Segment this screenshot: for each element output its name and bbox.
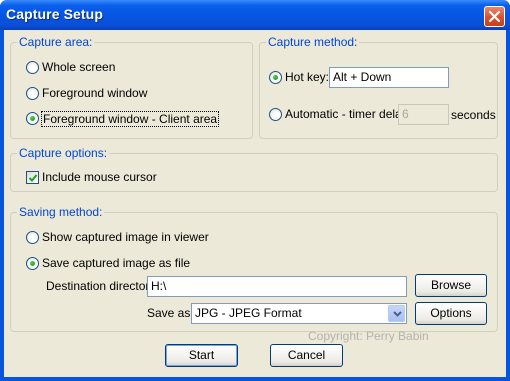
- title-bar[interactable]: Capture Setup: [0, 0, 510, 30]
- save-as-file-label[interactable]: Save captured image as file: [42, 256, 190, 270]
- capture-method-legend: Capture method:: [266, 35, 360, 49]
- capture-method-group: [259, 42, 498, 139]
- dialog-window: Capture Setup Capture area: Whole screen…: [0, 0, 510, 381]
- include-mouse-cursor-checkbox[interactable]: [26, 171, 39, 184]
- close-icon: [488, 10, 501, 23]
- save-as-format-select[interactable]: JPG - JPEG Format: [191, 303, 407, 324]
- options-button[interactable]: Options: [415, 302, 487, 325]
- save-as-label: Save as:: [147, 306, 194, 320]
- automatic-timer-label[interactable]: Automatic - timer delay:: [285, 107, 411, 121]
- destination-directory-input[interactable]: H:\: [147, 276, 407, 297]
- browse-button[interactable]: Browse: [415, 274, 487, 297]
- radio-save-as-file[interactable]: [26, 257, 39, 270]
- radio-hot-key[interactable]: [269, 71, 282, 84]
- saving-method-legend: Saving method:: [17, 205, 105, 219]
- capture-area-legend: Capture area:: [17, 35, 95, 49]
- destination-directory-label: Destination directory:: [46, 279, 159, 293]
- save-as-format-value: JPG - JPEG Format: [195, 306, 302, 320]
- start-button[interactable]: Start: [165, 344, 238, 367]
- timer-delay-input[interactable]: 6: [398, 104, 449, 125]
- capture-options-legend: Capture options:: [17, 146, 110, 160]
- foreground-client-area-label[interactable]: Foreground window - Client area: [41, 111, 220, 127]
- radio-foreground-window[interactable]: [26, 87, 39, 100]
- foreground-window-label[interactable]: Foreground window: [42, 86, 147, 100]
- seconds-label: seconds: [451, 108, 496, 122]
- copyright-watermark: Copyright: Perry Babin: [308, 329, 429, 343]
- radio-selected-dot: [273, 75, 278, 80]
- cancel-button[interactable]: Cancel: [270, 344, 343, 367]
- radio-automatic-timer[interactable]: [269, 108, 282, 121]
- dialog-body: Capture area: Whole screen Foreground wi…: [4, 30, 506, 377]
- radio-show-in-viewer[interactable]: [26, 231, 39, 244]
- include-mouse-cursor-label[interactable]: Include mouse cursor: [42, 170, 157, 184]
- whole-screen-label[interactable]: Whole screen: [42, 60, 115, 74]
- radio-selected-dot: [30, 261, 35, 266]
- chevron-down-icon: [393, 311, 402, 317]
- hot-key-input[interactable]: Alt + Down: [329, 67, 449, 88]
- dropdown-button[interactable]: [388, 305, 405, 322]
- show-in-viewer-label[interactable]: Show captured image in viewer: [42, 230, 209, 244]
- hot-key-label[interactable]: Hot key:: [285, 70, 329, 84]
- checkmark-icon: [28, 174, 38, 182]
- close-button[interactable]: [484, 6, 505, 27]
- window-title: Capture Setup: [6, 6, 103, 22]
- radio-foreground-client-area[interactable]: [26, 112, 39, 125]
- radio-whole-screen[interactable]: [26, 61, 39, 74]
- radio-selected-dot: [30, 116, 35, 121]
